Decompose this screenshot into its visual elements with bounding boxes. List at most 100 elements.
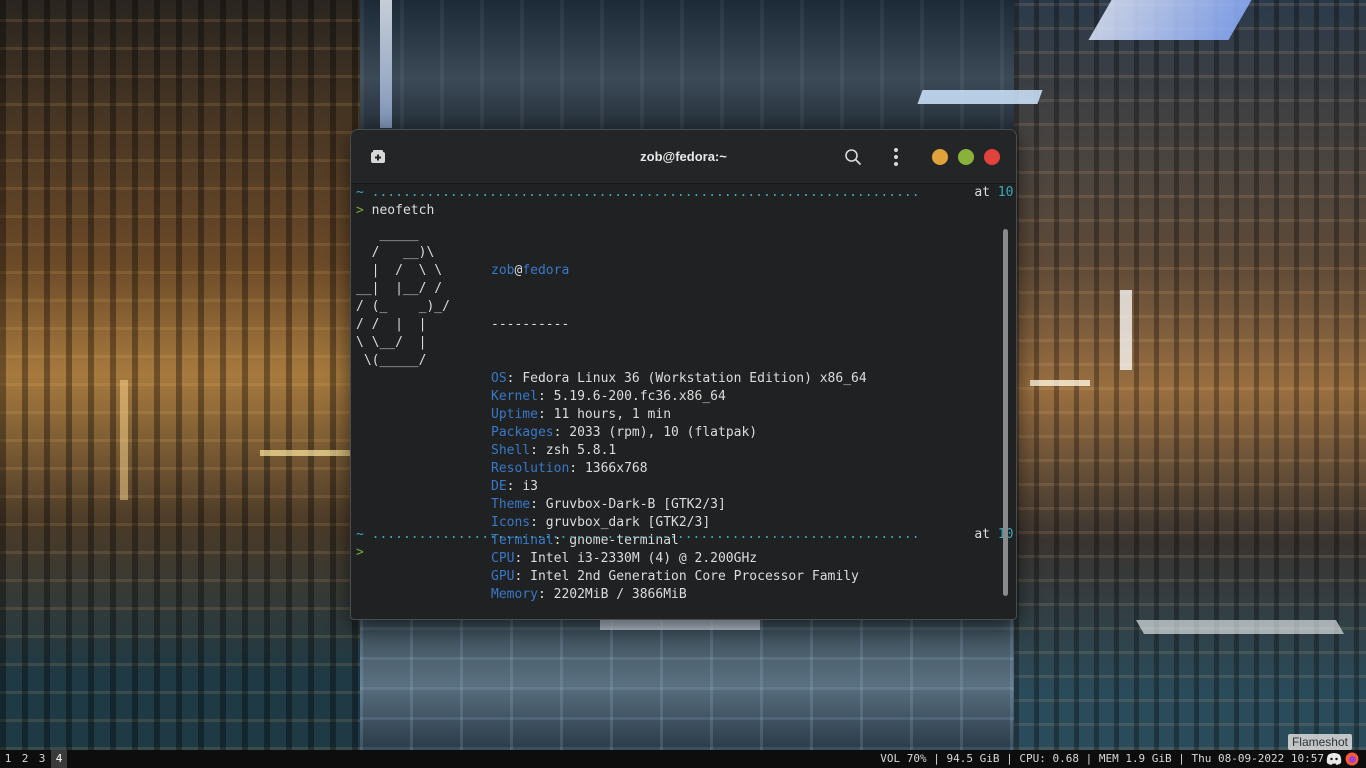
system-info: zob@fedora ---------- OS: Fedora Linux 3… (491, 226, 867, 619)
info-row-gpu: GPU: Intel 2nd Generation Core Processor… (491, 568, 867, 586)
logo-line: / (_ _)_/ (356, 299, 450, 314)
prompt-dots: ~ ......................................… (356, 185, 920, 200)
info-row-shell: Shell: zsh 5.8.1 (491, 442, 867, 460)
info-colon: : (506, 371, 523, 386)
menu-button[interactable] (886, 146, 906, 168)
info-colon: : (530, 497, 546, 512)
info-colon: : (506, 479, 523, 494)
info-key: Theme (491, 497, 531, 512)
username: zob (491, 263, 515, 278)
info-value: Intel i3-2330M (4) @ 2.200GHz (530, 551, 758, 566)
info-value: Intel 2nd Generation Core Processor Fami… (530, 569, 859, 584)
discord-icon[interactable] (1326, 752, 1342, 766)
info-value: 2033 (rpm), 10 (flatpak) (569, 425, 758, 440)
info-row-memory: Memory: 2202MiB / 3866MiB (491, 586, 867, 604)
wallpaper-light (1120, 290, 1132, 370)
info-row-resolution: Resolution: 1366x768 (491, 460, 867, 478)
kebab-menu-icon (894, 148, 898, 166)
info-colon: : (514, 569, 531, 584)
info-row-os: OS: Fedora Linux 36 (Workstation Edition… (491, 370, 867, 388)
info-colon: : (553, 425, 570, 440)
command-text: neofetch (371, 203, 435, 218)
info-colon: : (537, 407, 554, 422)
info-value: Gruvbox-Dark-B [GTK2/3] (545, 497, 726, 512)
info-value: zsh 5.8.1 (545, 443, 617, 458)
prompt-symbol: > (356, 203, 364, 218)
logo-line: / / | | (356, 317, 427, 332)
system-tray (1326, 752, 1360, 766)
wallpaper-light (1030, 380, 1090, 386)
prompt-separator-line: ~ ......................................… (356, 526, 1016, 544)
status-text: VOL 70% | 94.5 GiB | CPU: 0.68 | MEM 1.9… (880, 752, 1324, 765)
prompt-time: 10:56:56 (997, 185, 1016, 200)
at-label: at (974, 527, 990, 542)
command-line[interactable]: > (356, 544, 364, 562)
info-row-uptime: Uptime: 11 hours, 1 min (491, 406, 867, 424)
info-key: Memory (491, 587, 538, 602)
logo-line: / __)\ (356, 245, 435, 260)
user-host: zob@fedora (491, 262, 867, 280)
wallpaper-bottom-panel (360, 618, 1014, 750)
workspace-button[interactable]: 1 (0, 750, 16, 768)
wallpaper-light (380, 0, 392, 128)
info-key: Resolution (491, 461, 570, 476)
info-row-cpu: CPU: Intel i3-2330M (4) @ 2.200GHz (491, 550, 867, 568)
terminal-window[interactable]: zob@fedora:~ ~ .........................… (350, 129, 1017, 620)
info-value: 5.19.6-200.fc36.x86_64 (553, 389, 726, 404)
logo-line: _____ (356, 227, 419, 242)
workspace-button[interactable]: 3 (34, 750, 50, 768)
terminal-scrollbar[interactable] (1003, 229, 1008, 596)
at-label: at (974, 185, 990, 200)
info-colon: : (537, 389, 554, 404)
wallpaper-left-panel (0, 0, 360, 750)
wallpaper-light (917, 90, 1043, 104)
logo-line: | / \ \ (356, 263, 443, 278)
workspace-button[interactable]: 2 (17, 750, 33, 768)
minimize-button[interactable] (932, 149, 948, 165)
wallpaper-light (1135, 620, 1345, 634)
wallpaper-right-panel (1014, 0, 1366, 750)
info-key: Kernel (491, 389, 538, 404)
info-row-theme: Theme: Gruvbox-Dark-B [GTK2/3] (491, 496, 867, 514)
info-key: OS (491, 371, 507, 386)
command-line: > neofetch (356, 202, 434, 220)
window-title: zob@fedora:~ (640, 149, 727, 164)
info-colon: : (569, 461, 585, 476)
info-separator: ---------- (491, 317, 570, 332)
terminal-titlebar[interactable]: zob@fedora:~ (351, 130, 1016, 184)
info-value: i3 (522, 479, 538, 494)
close-button[interactable] (984, 149, 1000, 165)
prompt-separator-line: ~ ......................................… (356, 184, 1016, 202)
flameshot-tooltip: Flameshot (1287, 734, 1352, 750)
info-value: 11 hours, 1 min (553, 407, 672, 422)
logo-line: __| |__/ / (356, 281, 443, 296)
terminal-output[interactable]: ~ ......................................… (351, 184, 1016, 619)
info-key: Packages (491, 425, 554, 440)
workspace-button[interactable]: 4 (51, 750, 67, 768)
wallpaper-light (260, 450, 350, 456)
info-key: DE (491, 479, 507, 494)
fedora-ascii-logo: _____ / __)\ | / \ \ __| |__/ / / (_ _)_/ /… (356, 226, 450, 370)
info-key: Uptime (491, 407, 538, 422)
info-value: Fedora Linux 36 (Workstation Edition) x8… (522, 371, 867, 386)
search-button[interactable] (843, 147, 863, 167)
prompt-dots: ~ ......................................… (356, 527, 920, 542)
info-colon: : (530, 443, 546, 458)
search-icon (845, 149, 861, 165)
firefox-icon[interactable] (1345, 752, 1359, 766)
info-key: GPU (491, 569, 515, 584)
logo-line: \(_____/ (356, 353, 427, 368)
info-key: CPU (491, 551, 515, 566)
info-colon: : (537, 587, 554, 602)
info-value: 1366x768 (584, 461, 648, 476)
wallpaper-light (1088, 0, 1252, 40)
maximize-button[interactable] (958, 149, 974, 165)
logo-line: \ \__/ | (356, 335, 427, 350)
info-row-kernel: Kernel: 5.19.6-200.fc36.x86_64 (491, 388, 867, 406)
info-row-de: DE: i3 (491, 478, 867, 496)
info-value: 2202MiB / 3866MiB (553, 587, 687, 602)
wallpaper-light (600, 620, 760, 630)
info-colon: : (514, 551, 531, 566)
wallpaper-light (120, 380, 128, 500)
info-key: Shell (491, 443, 531, 458)
